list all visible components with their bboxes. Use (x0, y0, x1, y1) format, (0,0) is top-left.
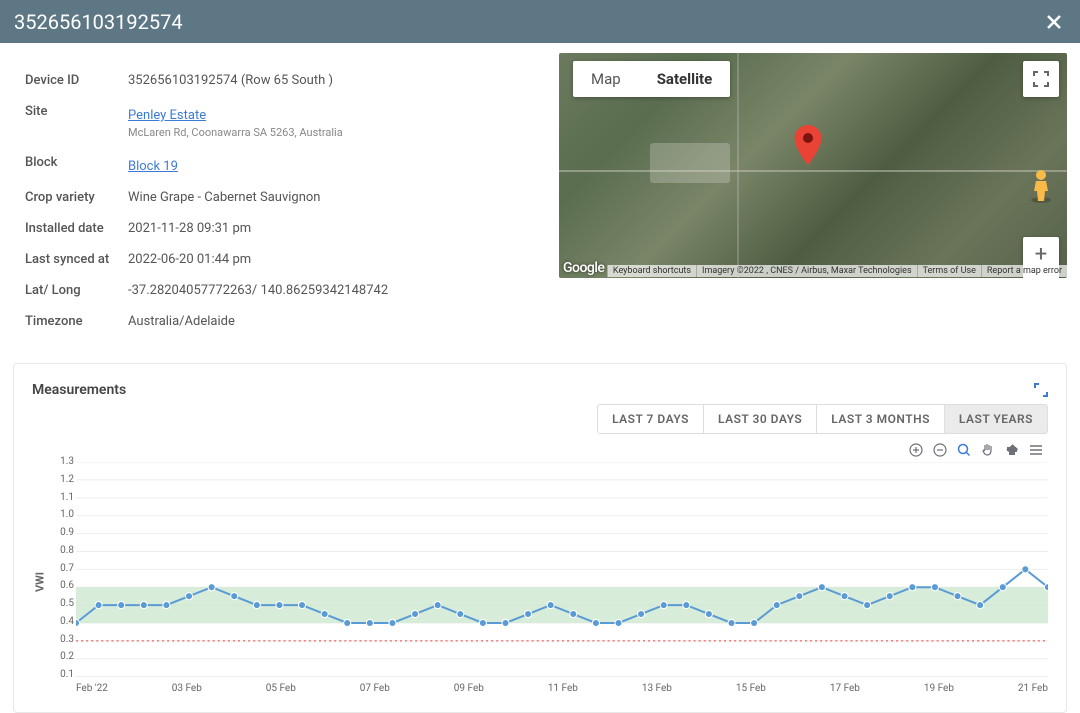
pan-icon[interactable] (980, 442, 996, 458)
map-feature (650, 143, 730, 183)
latlong-label: Lat/ Long (25, 283, 128, 298)
installed-date-value: 2021-11-28 09:31 pm (128, 221, 251, 236)
last-synced-value: 2022-06-20 01:44 pm (128, 252, 251, 267)
tab-last-3-months[interactable]: LAST 3 MONTHS (817, 405, 945, 433)
range-tabs: LAST 7 DAYS LAST 30 DAYS LAST 3 MONTHS L… (597, 404, 1048, 434)
zoom-in-icon[interactable] (908, 442, 924, 458)
y-axis-label: VWI (34, 572, 47, 592)
close-icon[interactable] (1042, 10, 1066, 34)
reset-icon[interactable] (1004, 442, 1020, 458)
y-axis-ticks: 1.31.21.11.00.90.80.70.60.50.40.30.20.1 (48, 456, 74, 680)
map-fullscreen-button[interactable] (1023, 61, 1059, 97)
report-error-link[interactable]: Report a map error (981, 265, 1067, 277)
imagery-attribution: Imagery ©2022 , CNES / Airbus, Maxar Tec… (696, 265, 917, 277)
site-link[interactable]: Penley Estate (128, 108, 206, 123)
expand-icon[interactable] (1034, 383, 1048, 397)
block-label: Block (25, 155, 128, 170)
map-footer: Keyboard shortcuts Imagery ©2022 , CNES … (559, 264, 1067, 278)
site-label: Site (25, 104, 128, 119)
timezone-value: Australia/Adelaide (128, 314, 235, 329)
crop-variety-value: Wine Grape - Cabernet Sauvignon (128, 190, 320, 205)
map-marker-icon[interactable] (794, 125, 821, 165)
tab-last-years[interactable]: LAST YEARS (945, 405, 1047, 433)
x-axis-ticks: Feb '2203 Feb05 Feb07 Feb09 Feb11 Feb13 … (76, 683, 1048, 694)
installed-date-label: Installed date (25, 221, 128, 236)
streetview-icon[interactable] (1023, 167, 1059, 205)
latlong-value: -37.28204057772263/ 140.86259342148742 (128, 283, 388, 298)
line-chart[interactable] (76, 462, 1048, 677)
terms-link[interactable]: Terms of Use (917, 265, 981, 277)
zoom-out-icon[interactable] (932, 442, 948, 458)
map-type-toggle: Map Satellite (573, 61, 730, 97)
keyboard-shortcuts-link[interactable]: Keyboard shortcuts (607, 265, 696, 277)
map-type-map[interactable]: Map (573, 61, 639, 97)
device-id-value: 352656103192574 (Row 65 South ) (128, 73, 333, 88)
map-pane[interactable]: Map Satellite + − Google Keyboard shortc… (559, 53, 1067, 278)
zoom-select-icon[interactable] (956, 442, 972, 458)
site-address: McLaren Rd, Coonawarra SA 5263, Australi… (128, 126, 343, 139)
measurements-title: Measurements (32, 382, 126, 398)
device-id-label: Device ID (25, 73, 128, 88)
measurements-card: Measurements LAST 7 DAYS LAST 30 DAYS LA… (13, 363, 1067, 713)
modal-title: 352656103192574 (14, 10, 183, 34)
modal-header: 352656103192574 (0, 0, 1080, 43)
map-type-satellite[interactable]: Satellite (639, 61, 731, 97)
last-synced-label: Last synced at (25, 252, 128, 267)
device-details: Device ID 352656103192574 (Row 65 South … (13, 53, 549, 339)
menu-icon[interactable] (1028, 442, 1044, 458)
tab-last-30-days[interactable]: LAST 30 DAYS (704, 405, 817, 433)
crop-variety-label: Crop variety (25, 190, 128, 205)
chart-toolbar (32, 442, 1048, 458)
block-link[interactable]: Block 19 (128, 159, 178, 174)
tab-last-7-days[interactable]: LAST 7 DAYS (598, 405, 704, 433)
chart-area: VWI 1.31.21.11.00.90.80.70.60.50.40.30.2… (32, 462, 1048, 702)
timezone-label: Timezone (25, 314, 128, 329)
